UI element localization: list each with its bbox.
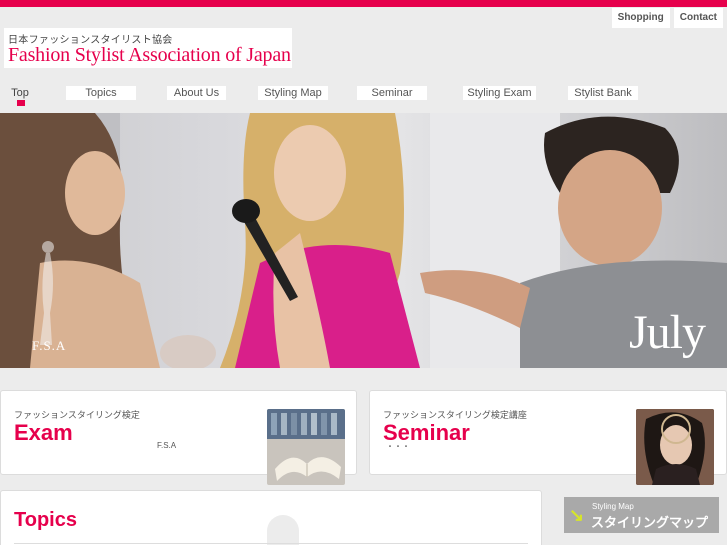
- logo-title: Fashion Stylist Association of Japan: [8, 44, 291, 66]
- exam-card-note: F.S.A: [157, 441, 177, 450]
- portrait-icon: [636, 409, 714, 485]
- contact-link[interactable]: Contact: [673, 8, 723, 28]
- top-accent-bar: [0, 0, 727, 7]
- nav-styling-map[interactable]: Styling Map: [258, 86, 328, 100]
- utility-nav: Shopping Contact: [611, 8, 723, 28]
- topics-panel: Topics: [0, 490, 542, 545]
- arrow-down-right-icon: ↘: [569, 505, 585, 525]
- right-person-face: [558, 150, 662, 266]
- styling-map-banner-jp: スタイリングマップ: [591, 515, 709, 530]
- topics-divider: [14, 543, 528, 544]
- hero-photo: [0, 113, 727, 368]
- styling-map-banner-en: Styling Map: [592, 502, 634, 511]
- hero-watermark: F.S.A: [32, 338, 67, 353]
- open-book-icon: [267, 409, 345, 485]
- brush-head: [232, 199, 260, 223]
- exam-card-title: Exam: [14, 420, 73, 445]
- main-nav: Top Topics About Us Styling Map Seminar …: [0, 86, 727, 108]
- topics-title: Topics: [14, 509, 77, 531]
- site-logo[interactable]: 日本ファッションスタイリスト協会 Fashion Stylist Associa…: [4, 28, 292, 68]
- nav-styling-exam[interactable]: Styling Exam: [463, 86, 536, 100]
- topics-decoration: [267, 515, 299, 545]
- seminar-card[interactable]: ファッションスタイリング検定講座 Seminar ・・・: [369, 390, 727, 485]
- shopping-link[interactable]: Shopping: [611, 8, 670, 28]
- cream-jar: [160, 335, 216, 368]
- hero-month-label: July: [628, 306, 706, 359]
- nav-stylist-bank[interactable]: Stylist Bank: [568, 86, 638, 100]
- center-person-face: [274, 125, 346, 221]
- left-person-face: [65, 151, 125, 235]
- fsa-mannequin-head: [42, 241, 54, 253]
- nav-top[interactable]: Top: [8, 86, 32, 100]
- seminar-card-note: ・・・: [386, 442, 410, 451]
- nav-active-indicator: [17, 100, 25, 106]
- nav-about-us[interactable]: About Us: [167, 86, 226, 100]
- nav-topics[interactable]: Topics: [66, 86, 136, 100]
- exam-card[interactable]: ファッションスタイリング検定 Exam F.S.A: [0, 390, 357, 485]
- hero-banner[interactable]: July: [0, 113, 727, 368]
- styling-map-banner[interactable]: ↘ Styling Map スタイリングマップ: [564, 497, 719, 533]
- nav-seminar[interactable]: Seminar: [357, 86, 427, 100]
- center-person-dress: [235, 245, 420, 368]
